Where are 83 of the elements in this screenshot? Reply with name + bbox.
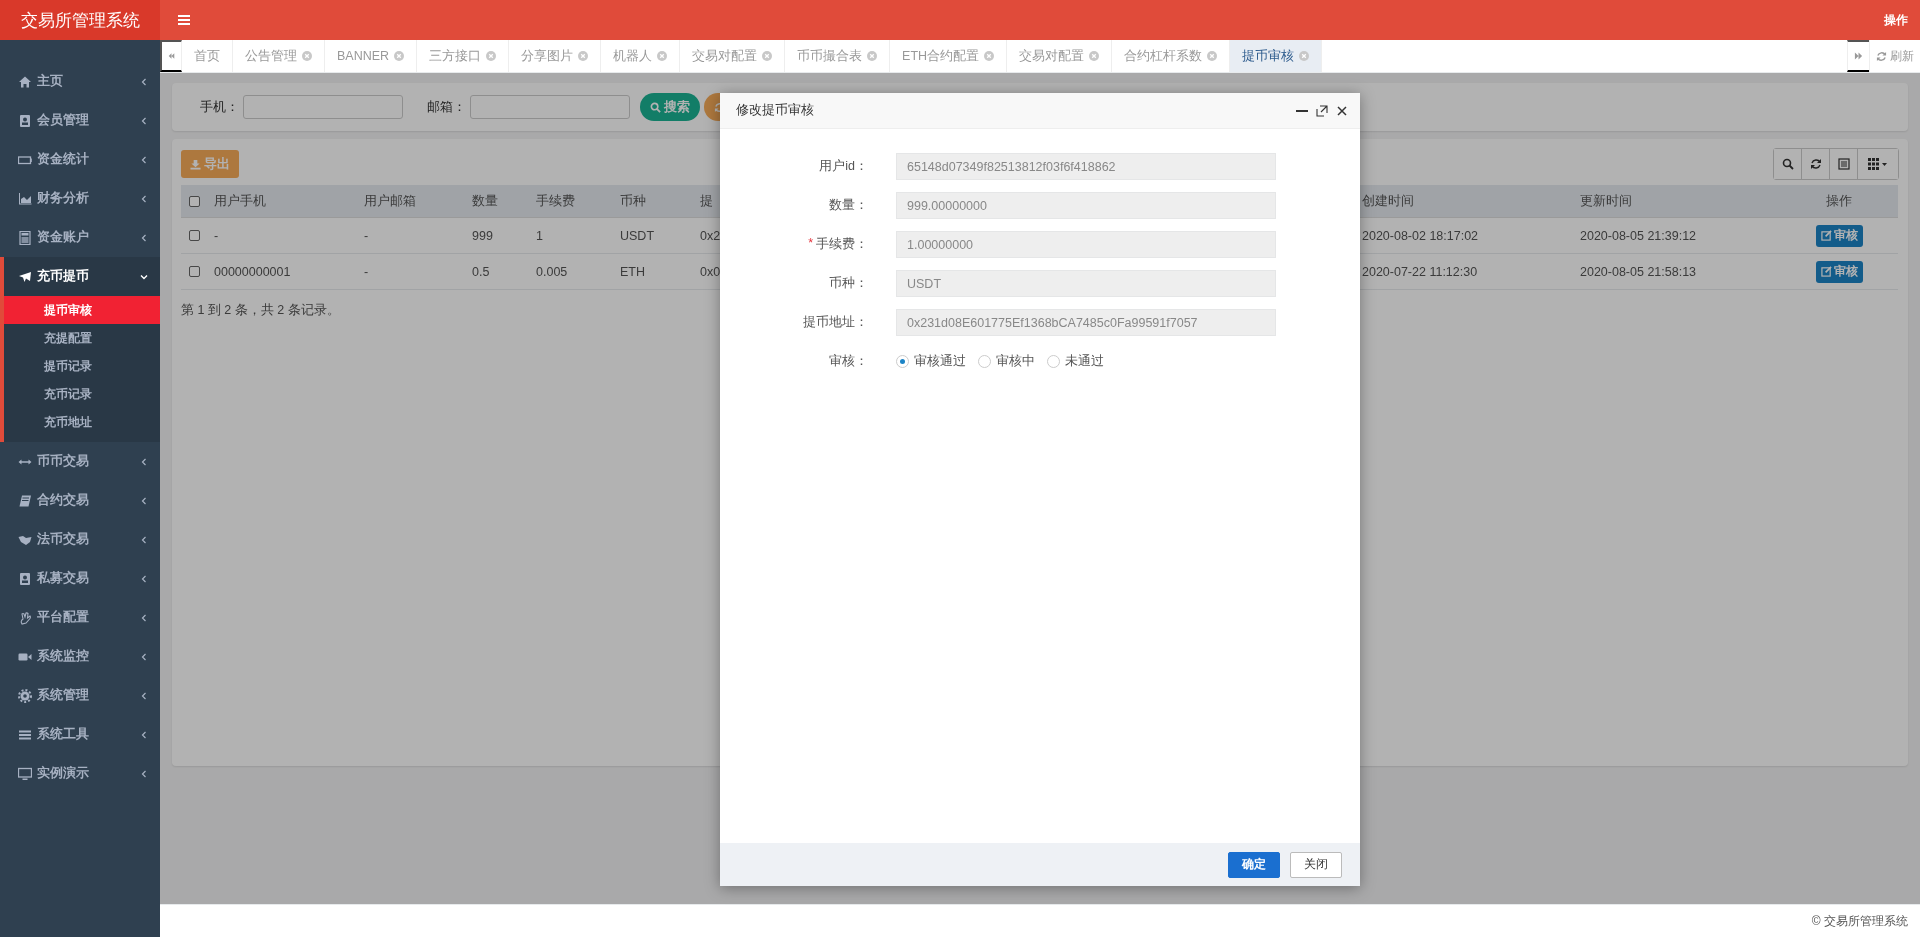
tab[interactable]: 交易对配置	[1007, 40, 1113, 72]
submenu-item[interactable]: 提币记录	[4, 352, 160, 380]
actions-menu[interactable]: 操作	[1884, 11, 1908, 29]
required-mark: *	[808, 236, 813, 252]
tab[interactable]: 机器人	[601, 40, 681, 72]
sidebar-item[interactable]: 财务分析	[0, 179, 160, 218]
table-cell: 999	[472, 228, 493, 243]
field-label: 手机：	[200, 98, 239, 116]
tab[interactable]: 币币撮合表	[785, 40, 891, 72]
submenu-item[interactable]: 提币审核	[4, 296, 160, 324]
field-label: 手续费：	[816, 236, 868, 253]
sidebar-item[interactable]: 资金统计	[0, 140, 160, 179]
footer-text: © 交易所管理系统	[1811, 912, 1908, 930]
table-cell: 2020-07-22 11:12:30	[1362, 264, 1478, 279]
submenu-item[interactable]: 充币记录	[4, 380, 160, 408]
column-header: 用户手机	[214, 192, 266, 210]
table-cell: USDT	[620, 228, 655, 243]
input-field[interactable]: 1.00000000	[896, 231, 1276, 258]
tab[interactable]: 分享图片	[509, 40, 602, 72]
field-label: 提币地址：	[803, 314, 868, 331]
table-cell: -	[364, 228, 369, 243]
field-label: 数量：	[829, 197, 868, 214]
submenu-item[interactable]: 充提配置	[4, 324, 160, 352]
radio-option[interactable]: 未通过	[1047, 353, 1104, 370]
dialog-title: 修改提币审核	[736, 102, 814, 119]
tab[interactable]: ETH合约配置	[890, 40, 1008, 72]
table-cell: 2020-08-05 21:39:12	[1580, 228, 1697, 243]
tab[interactable]: 公告管理	[233, 40, 325, 72]
field-label: 审核：	[829, 353, 868, 370]
tab[interactable]: BANNER	[325, 40, 418, 72]
tab[interactable]: 首页	[182, 40, 233, 72]
column-header: 创建时间	[1362, 192, 1414, 210]
sidebar-item[interactable]: 系统管理	[0, 676, 160, 715]
review-button[interactable]: 审核	[1815, 224, 1863, 247]
column-header: 提	[700, 192, 713, 210]
field-label: 用户id：	[819, 158, 868, 175]
input-field[interactable]: 999.00000000	[896, 192, 1276, 219]
table-cell: ETH	[620, 264, 645, 279]
sidebar-item[interactable]: 会员管理	[0, 101, 160, 140]
review-button[interactable]: 审核	[1815, 260, 1863, 283]
pagination-text: 第 1 到 2 条，共 2 条记录。	[181, 303, 340, 317]
sidebar-item[interactable]: 私募交易	[0, 559, 160, 598]
sidebar-item[interactable]: 充币提币	[0, 257, 160, 296]
column-header: 币种	[620, 192, 646, 210]
tab[interactable]: 三方接口	[417, 40, 510, 72]
sidebar-item[interactable]: 系统监控	[0, 637, 160, 676]
table-cell: 00000000001	[214, 264, 291, 279]
input-field[interactable]: 0x231d08E601775Ef1368bCA7485c0Fa99591f7057	[896, 309, 1276, 336]
table-cell: 2020-08-02 18:17:02	[1362, 228, 1479, 243]
sidebar-item[interactable]: 平台配置	[0, 598, 160, 637]
table-cell: 0x2	[700, 228, 721, 243]
column-header: 手续费	[536, 192, 575, 210]
submenu-item[interactable]: 充币地址	[4, 408, 160, 436]
table-cell: 0x0	[700, 264, 721, 279]
table-cell: -	[364, 264, 369, 279]
table-cell: 0.005	[536, 264, 568, 279]
radio-option[interactable]: 审核通过	[896, 353, 966, 370]
column-header: 数量	[472, 192, 498, 210]
table-cell: 0.5	[472, 264, 490, 279]
app-title: 交易所管理系统	[0, 0, 160, 40]
confirm-button[interactable]: 确定	[1228, 851, 1280, 878]
sidebar-item[interactable]: 合约交易	[0, 481, 160, 520]
table-cell: -	[214, 228, 219, 243]
sidebar-item[interactable]: 主页	[0, 62, 160, 101]
column-header: 更新时间	[1580, 192, 1632, 210]
sidebar-item[interactable]: 资金账户	[0, 218, 160, 257]
radio-option[interactable]: 审核中	[978, 353, 1035, 370]
column-header: 操作	[1826, 192, 1852, 210]
column-header: 用户邮箱	[364, 192, 416, 210]
table-cell: 2020-08-05 21:58:13	[1580, 264, 1697, 279]
input-field[interactable]: 65148d07349f82513812f03f6f418862	[896, 153, 1276, 180]
field-label: 币种：	[829, 275, 868, 292]
field-label: 邮箱：	[427, 98, 466, 116]
tab[interactable]: 交易对配置	[680, 40, 786, 72]
sidebar-item[interactable]: 系统工具	[0, 715, 160, 754]
input-field[interactable]: USDT	[896, 270, 1276, 297]
refresh-button[interactable]: 刷新	[1869, 40, 1920, 72]
sidebar-item[interactable]: 法币交易	[0, 520, 160, 559]
sidebar-item[interactable]: 实例演示	[0, 754, 160, 793]
table-cell: 1	[536, 228, 543, 243]
sidebar-item[interactable]: 币币交易	[0, 442, 160, 481]
close-dialog-button[interactable]: 关闭	[1290, 851, 1342, 878]
tab[interactable]: 提币审核	[1230, 40, 1323, 72]
